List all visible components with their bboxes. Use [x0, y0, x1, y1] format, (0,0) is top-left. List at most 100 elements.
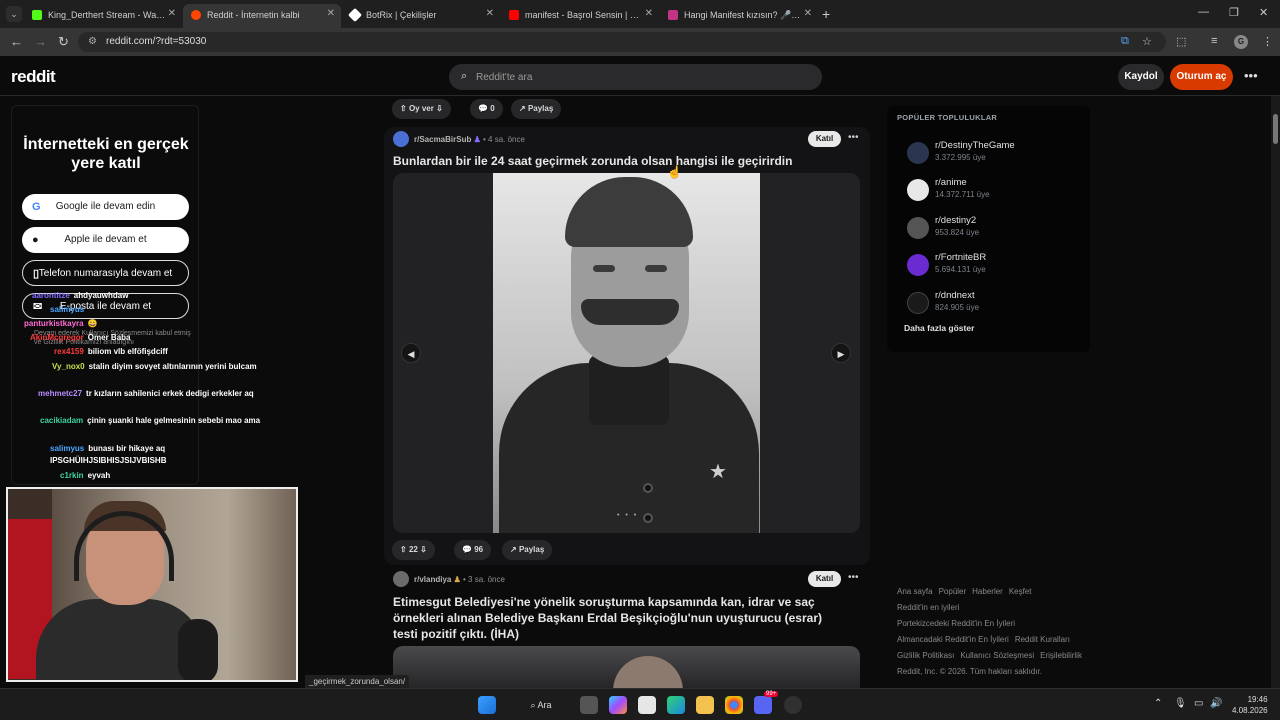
browser-toolbar: ← → ↻ ⚙ reddit.com/?rdt=53030 ⧉ ☆ ⬚ ≡ ⋮: [0, 28, 1280, 56]
browser-menu-icon[interactable]: ⋮: [1262, 35, 1273, 48]
youtube-favicon-icon: [509, 10, 519, 20]
post-meta: r/vlandiya ♟ • 3 sa. önce: [414, 575, 505, 584]
google-login-button[interactable]: G Google ile devam edin: [22, 194, 189, 220]
community-item[interactable]: r/destiny2 953.824 üye: [907, 213, 1087, 241]
more-options-icon[interactable]: •••: [1244, 68, 1258, 83]
post-image[interactable]: [393, 646, 860, 696]
footer-link[interactable]: Reddit'in en iyileri: [897, 603, 959, 612]
close-tab-icon[interactable]: ✕: [168, 8, 176, 19]
footer-link[interactable]: Almancadaki Reddit'in En İyileri: [897, 635, 1009, 644]
phone-login-button[interactable]: ▯ Telefon numarasıyla devam et: [22, 260, 189, 286]
tab-reddit[interactable]: Reddit - İnternetin kalbi ✕: [183, 4, 341, 28]
tab-kick[interactable]: King_Derthert Stream - Watch L ✕: [24, 4, 182, 26]
new-tab-icon[interactable]: +: [822, 6, 830, 22]
community-item[interactable]: r/FortniteBR 5.694.131 üye: [907, 250, 1087, 278]
network-icon[interactable]: ▭: [1194, 698, 1203, 709]
start-icon[interactable]: [478, 696, 496, 714]
community-name: r/dndnext: [935, 290, 975, 301]
close-tab-icon[interactable]: ✕: [486, 8, 494, 19]
restore-icon[interactable]: ❐: [1229, 6, 1239, 19]
store-icon[interactable]: [638, 696, 656, 714]
post-more-icon[interactable]: •••: [848, 572, 859, 583]
close-window-icon[interactable]: ✕: [1259, 6, 1268, 19]
show-more-link[interactable]: Daha fazla göster: [904, 323, 974, 333]
post-meta: r/SacmaBirSub ♟ • 4 sa. önce: [414, 135, 525, 144]
post-image-carousel[interactable]: ★: [393, 173, 860, 533]
reload-icon[interactable]: ↻: [58, 34, 69, 50]
system-clock[interactable]: 19:46 4.08.2026: [1232, 694, 1268, 716]
site-info-icon[interactable]: ⚙: [88, 36, 97, 47]
post-more-icon[interactable]: •••: [848, 132, 859, 143]
footer-link[interactable]: Reddit Kuralları: [1015, 635, 1070, 644]
subreddit-link[interactable]: r/SacmaBirSub: [414, 135, 471, 144]
chat-message: salimyus bunası bir hikaye aq IPSGHÜIHJSI…: [50, 444, 167, 465]
join-button[interactable]: Katıl: [808, 571, 841, 587]
mic-tray-icon[interactable]: 🎙: [1174, 698, 1187, 709]
footer-link[interactable]: Ana sayfa: [897, 587, 933, 596]
reddit-header: reddit ⌕ Kaydol Oturum aç •••: [0, 56, 1280, 96]
page-scrollbar[interactable]: [1271, 96, 1280, 688]
minimize-icon[interactable]: —: [1198, 6, 1209, 18]
footer-link[interactable]: Gizlilik Politikası: [897, 651, 954, 660]
back-icon[interactable]: ←: [10, 34, 23, 49]
tab-quiz[interactable]: Hangi Manifest kızısın? 🎤 - Te ✕: [660, 4, 818, 26]
copilot-icon[interactable]: [609, 696, 627, 714]
file-explorer-icon[interactable]: [696, 696, 714, 714]
join-button[interactable]: Katıl: [808, 131, 841, 147]
discord-icon[interactable]: 99+: [754, 691, 779, 714]
forward-icon[interactable]: →: [34, 34, 47, 49]
share-button[interactable]: ↗ Paylaş: [511, 99, 562, 119]
close-tab-icon[interactable]: ✕: [645, 8, 653, 19]
vote-count: 22: [408, 545, 418, 554]
footer-link[interactable]: Kullanıcı Sözleşmesi: [960, 651, 1034, 660]
signup-button[interactable]: Kaydol: [1118, 64, 1164, 90]
footer-link[interactable]: Portekizcedeki Reddit'in En İyileri: [897, 619, 1015, 628]
vote-bar[interactable]: ⇧ Oy ver ⇩: [392, 99, 451, 119]
apple-login-button[interactable]: ● Apple ile devam et: [22, 227, 189, 253]
footer-link[interactable]: Erişilebilirlik: [1040, 651, 1082, 660]
footer-link[interactable]: Haberler: [972, 587, 1003, 596]
taskbar-search[interactable]: ⌕ Ara: [517, 696, 565, 714]
edge-icon[interactable]: [667, 696, 685, 714]
footer-link[interactable]: Popüler: [939, 587, 967, 596]
comments-button[interactable]: 💬 96: [454, 540, 492, 560]
carousel-next-icon[interactable]: ▶: [831, 343, 851, 363]
close-tab-icon[interactable]: ✕: [804, 8, 812, 19]
carousel-prev-icon[interactable]: ◀: [401, 343, 421, 363]
extensions-icon[interactable]: ⬚: [1176, 35, 1186, 48]
login-button[interactable]: Oturum aç: [1170, 64, 1233, 90]
close-tab-icon[interactable]: ✕: [327, 8, 335, 19]
search-input[interactable]: [476, 69, 796, 85]
vote-bar[interactable]: ⇧ 22 ⇩: [392, 540, 435, 560]
address-bar[interactable]: ⚙ reddit.com/?rdt=53030: [78, 32, 1166, 52]
community-members: 824.905 üye: [935, 303, 980, 312]
post-title[interactable]: Etimesgut Belediyesi'ne yönelik soruştur…: [393, 594, 848, 642]
clock-time: 19:46: [1247, 695, 1268, 704]
task-view-icon[interactable]: [580, 696, 598, 714]
chrome-icon[interactable]: [725, 696, 743, 714]
tab-botrix[interactable]: BotRix | Çekilişler ✕: [342, 4, 500, 26]
community-item[interactable]: r/dndnext 824.905 üye: [907, 288, 1087, 316]
comments-button[interactable]: 💬 0: [470, 99, 503, 119]
community-item[interactable]: r/DestinyTheGame 3.372.995 üye: [907, 138, 1087, 166]
volume-icon[interactable]: 🔊: [1210, 698, 1222, 709]
chat-message: c1rkin eyvah: [60, 471, 111, 480]
screen-share-icon[interactable]: ⧉: [1121, 35, 1129, 48]
notification-badge: 99+: [764, 691, 779, 697]
bookmark-star-icon[interactable]: ☆: [1142, 35, 1152, 48]
clock-date: 4.08.2026: [1232, 706, 1268, 715]
reading-list-icon[interactable]: ≡: [1211, 35, 1217, 47]
post-title[interactable]: Bunlardan bir ile 24 saat geçirmek zorun…: [393, 153, 863, 169]
community-item[interactable]: r/anime 14.372.711 üye: [907, 175, 1087, 203]
subreddit-link[interactable]: r/vlandiya: [414, 575, 451, 584]
reddit-logo[interactable]: reddit: [11, 67, 56, 87]
tab-youtube[interactable]: manifest - Başrol Sensin | Offici ✕: [501, 4, 659, 26]
obs-icon[interactable]: [784, 696, 802, 714]
footer-link[interactable]: Keşfet: [1009, 587, 1032, 596]
profile-avatar[interactable]: G: [1234, 35, 1248, 49]
tab-search-button[interactable]: ⌄: [6, 6, 22, 22]
scrollbar-thumb[interactable]: [1273, 114, 1278, 144]
search-bar[interactable]: ⌕: [449, 64, 822, 90]
tray-chevron-icon[interactable]: ⌃: [1154, 698, 1162, 709]
share-button[interactable]: ↗ Paylaş: [502, 540, 553, 560]
